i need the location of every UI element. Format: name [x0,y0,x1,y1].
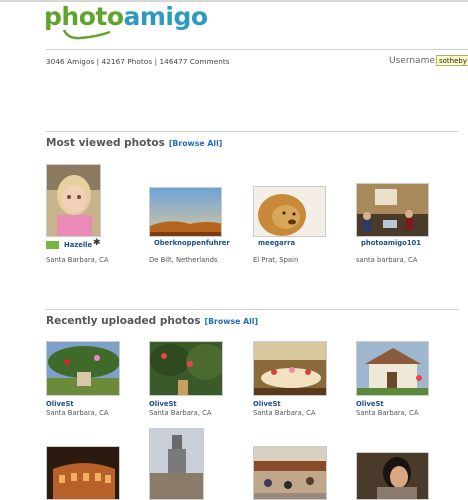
photo-username-link[interactable]: Oberknoppenfuhrer [154,239,230,247]
username-input[interactable]: sotheby [436,55,468,66]
photo-username-link[interactable]: photoamigo101 [361,239,421,247]
photo-location: Santa Barbara, CA [46,256,109,264]
photo-thumbnail[interactable] [253,446,327,500]
photo-thumbnail[interactable] [356,183,429,237]
most-viewed-heading: Most viewed photos [Browse All] [46,137,223,149]
section-divider-most-viewed [46,131,458,132]
photo-location: santa barbara, CA [356,256,418,264]
photo-location: El Prat, Spain [253,256,299,264]
photo-thumbnail[interactable] [253,186,326,237]
photo-thumbnail[interactable] [253,341,327,396]
photo-thumbnail[interactable] [46,164,101,237]
site-stats: 3046 Amigos | 42167 Photos | 146477 Comm… [46,57,230,66]
star-icon: ✱ [93,238,101,248]
browse-all-recent-link[interactable]: [Browse All] [205,317,259,326]
photo-thumbnail[interactable] [149,341,223,396]
username-label: Username [389,56,435,66]
photo-location: Santa Barbara, CA [149,409,212,417]
photo-username-link[interactable]: Hazelle [64,241,92,249]
logo-swoosh-icon [62,29,111,40]
member-badge-icon [46,241,59,249]
section-divider-recent [46,309,458,310]
photo-thumbnail[interactable] [149,187,222,237]
photo-thumbnail[interactable] [46,341,120,396]
photo-thumbnail[interactable] [356,452,429,500]
photo-username-link[interactable]: OliveSt [253,400,281,408]
photo-location: Santa Barbara, CA [46,409,109,417]
photo-username-link[interactable]: meegarra [258,239,295,247]
photo-username-link[interactable]: OliveSt [46,400,74,408]
photo-location: De Bilt, Netherlands [149,256,218,264]
recently-uploaded-heading: Recently uploaded photos [Browse All] [46,315,259,327]
photo-thumbnail[interactable] [149,428,204,500]
photo-thumbnail[interactable] [356,341,429,396]
photo-username-link[interactable]: OliveSt [356,400,384,408]
browse-all-most-viewed-link[interactable]: [Browse All] [169,139,223,148]
header-divider [46,49,468,50]
photo-location: Santa Barbara, CA [253,409,316,417]
photo-username-link[interactable]: OliveSt [149,400,177,408]
photo-location: Santa Barbara, CA [356,409,419,417]
photo-thumbnail[interactable] [46,446,120,500]
